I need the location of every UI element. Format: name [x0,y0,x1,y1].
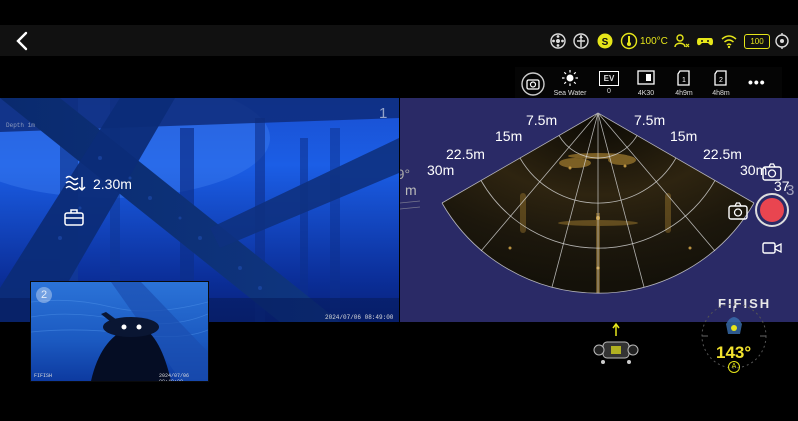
toolbox-button[interactable] [64,208,84,226]
sd-card-1-icon: 1 [677,70,690,86]
depth-value: 2.30m [93,176,132,192]
storage-1-button[interactable]: 1 4h9m [671,70,697,97]
wifi-icon [720,32,738,50]
heading-compass: 143° A [696,300,776,376]
auto-heading-icon: A [728,361,740,373]
user-connect-icon [673,32,691,50]
drone-attitude-icon [591,322,641,368]
ev-icon: EV [599,71,619,86]
water-temperature: 100°C [640,36,668,47]
ev-button[interactable]: EV 0 [597,70,621,95]
range-label-22-5-left: 22.5m [446,146,485,162]
pip-channel-badge: 2 [36,287,52,303]
tilt-angle-label: -9° [400,166,411,182]
settings-icon[interactable] [773,32,791,50]
range-label-15-right: 15m [670,128,698,144]
resolution-label: 4K30 [637,90,655,97]
camera-swap-icon [762,163,782,181]
storage-2-time: 4h8m [712,90,730,97]
video-camera-icon [762,242,782,254]
more-menu-button[interactable]: ••• [748,74,766,90]
pip-timestamp: 2024/07/06 08:49:00 [159,373,190,382]
snapshot-button[interactable] [727,201,749,221]
propeller-icon [549,32,567,50]
range-label-7-5-right: 7.5m [634,112,666,128]
main-timestamp: 2024/07/06 08:49:00 [325,314,394,321]
s-mode-icon: S [596,32,614,50]
battery-level: 100 [750,37,764,46]
range-label-7-5-left: 7.5m [526,112,558,128]
sd-card-2-icon: 2 [714,70,727,86]
channel-number: 1 [379,105,388,122]
video-mode-button[interactable] [762,240,782,256]
scene-mode-label: Sea Water [553,90,587,97]
pip-camera-view[interactable]: 2 FIFISH 2024/07/06 08:49:00 [30,281,209,382]
record-dot-icon [760,198,784,222]
back-chevron-icon[interactable] [12,30,32,52]
ev-value: 0 [607,88,611,95]
range-label-22-5-right: 22.5m [703,146,742,162]
scene-mode-button[interactable]: Sea Water [551,70,589,97]
pip-logo: FIFISH [34,373,53,379]
depth-icon [64,174,86,194]
thermometer-icon [620,32,638,50]
photo-mode-button[interactable] [761,162,783,182]
storage-2-badge: 2 [719,77,723,84]
range-label-15-left: 15m [495,128,523,144]
resolution-button[interactable]: 4K30 [633,70,659,97]
gamepad-icon [696,32,714,50]
sonar-channel-number: 3 [786,182,795,199]
storage-1-badge: 1 [682,77,686,84]
navigation-icon [572,32,590,50]
pip-scene [31,282,208,381]
range-label-30-left: 30m [427,162,455,178]
camera-switch-button[interactable] [521,72,545,96]
camera-icon [728,202,748,220]
heading-value: 143° [716,343,752,362]
video-format-icon [637,70,655,85]
storage-2-button[interactable]: 2 4h8m [708,70,734,97]
toolbox-icon [64,209,84,226]
record-button[interactable] [755,193,789,227]
range-label-edge-left: m [405,182,417,198]
depth-overlay-text: Depth 1m [6,122,35,129]
battery-icon: 100 [744,34,770,49]
storage-1-time: 4h9m [675,90,693,97]
svg-text:S: S [602,37,609,48]
sun-icon [562,70,578,86]
